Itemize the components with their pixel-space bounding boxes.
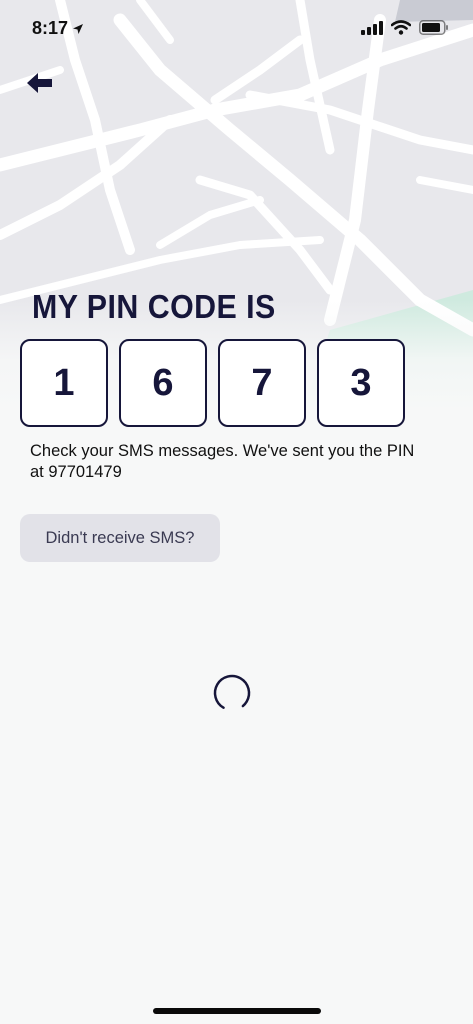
home-indicator[interactable] [153,1008,321,1014]
location-arrow-icon [73,23,84,34]
sms-instruction-text: Check your SMS messages. We've sent you … [30,441,450,483]
pin-code-boxes: 1 6 7 3 [20,339,405,427]
battery-icon [419,20,448,35]
pin-digit-box[interactable]: 1 [20,339,108,427]
status-time-text: 8:17 [32,18,69,38]
loading-spinner-icon [213,674,251,712]
cellular-signal-icon [361,20,383,35]
pin-digit-box[interactable]: 3 [317,339,405,427]
sms-instruction-line-1: Check your SMS messages. We've sent you … [30,442,415,460]
sms-instruction-line-2: at 97701479 [30,463,122,481]
status-bar: 8:17 [0,0,473,56]
status-time: 8:17 [32,18,84,39]
page-title: MY PIN CODE IS [32,288,276,325]
didnt-receive-sms-button[interactable]: Didn't receive SMS? [20,514,220,562]
pin-digit-box[interactable]: 7 [218,339,306,427]
wifi-icon [391,20,411,35]
pin-digit-box[interactable]: 6 [119,339,207,427]
back-button[interactable] [24,68,58,102]
arrow-left-icon [27,73,52,93]
status-icons [361,20,449,35]
